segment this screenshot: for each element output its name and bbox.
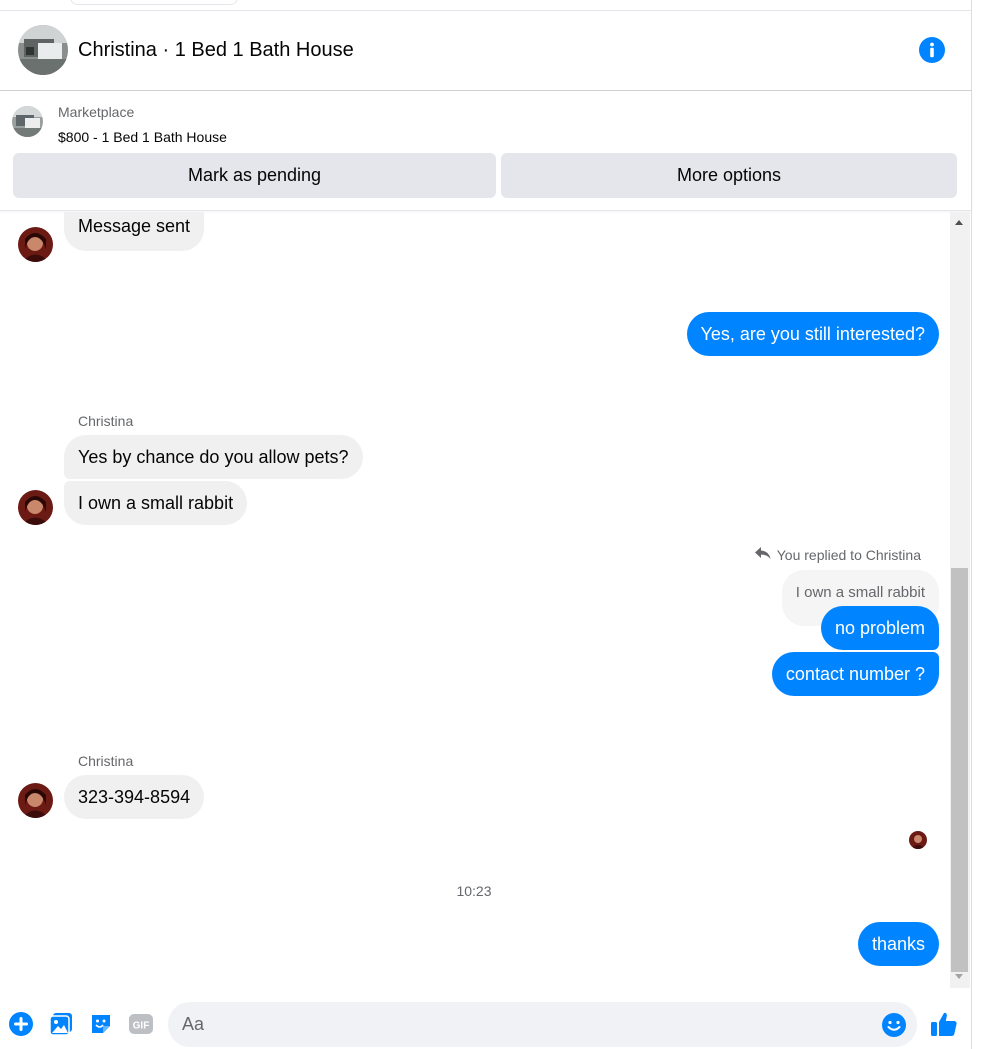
info-icon[interactable]: [919, 37, 945, 63]
outgoing-message[interactable]: contact number ?: [771, 652, 939, 696]
emoji-icon[interactable]: [882, 1013, 906, 1037]
read-receipt-avatar: [909, 831, 927, 849]
previous-tab-stub: [70, 0, 238, 5]
svg-text:GIF: GIF: [133, 1021, 150, 1032]
scroll-up-arrow[interactable]: [955, 220, 963, 225]
christina-avatar[interactable]: [18, 783, 53, 818]
scroll-thumb[interactable]: [951, 568, 968, 972]
marketplace-listing-bar: Marketplace $800 - 1 Bed 1 Bath House Ma…: [0, 92, 972, 211]
sender-name: Christina: [78, 413, 134, 429]
message-composer: GIF: [0, 990, 972, 1049]
reply-icon: [754, 546, 771, 563]
scroll-down-arrow[interactable]: [955, 974, 963, 979]
outgoing-message[interactable]: thanks: [857, 922, 939, 966]
conversation-header: Christina · 1 Bed 1 Bath House: [0, 11, 972, 91]
listing-description[interactable]: $800 - 1 Bed 1 Bath House: [58, 129, 227, 145]
reply-note-text: You replied to Christina: [776, 546, 921, 563]
incoming-message[interactable]: I own a small rabbit: [64, 481, 248, 525]
message-input[interactable]: [182, 1002, 872, 1047]
message-input-container: [168, 1002, 917, 1047]
outgoing-message[interactable]: no problem: [820, 606, 939, 650]
incoming-message[interactable]: 323-394-8594: [64, 775, 205, 819]
more-options-button[interactable]: More options: [501, 153, 957, 198]
mark-as-pending-button[interactable]: Mark as pending: [13, 153, 496, 198]
incoming-message[interactable]: Yes by chance do you allow pets?: [64, 435, 363, 479]
plus-icon[interactable]: [9, 1012, 33, 1036]
sender-name: Christina: [78, 753, 134, 769]
timestamp: 10:23: [456, 883, 492, 899]
thumbs-up-icon[interactable]: [930, 1010, 958, 1038]
photo-icon[interactable]: [49, 1012, 73, 1036]
gif-icon[interactable]: GIF: [129, 1012, 153, 1036]
sticker-icon[interactable]: [89, 1012, 113, 1036]
listing-avatar[interactable]: [18, 25, 68, 75]
message-sent-bubble[interactable]: Message sent: [64, 212, 205, 251]
message-thread[interactable]: Message sent Yes, are you still interest…: [0, 212, 948, 988]
christina-avatar[interactable]: [18, 490, 53, 525]
reply-context: You replied to Christina: [754, 546, 921, 563]
christina-avatar[interactable]: [18, 227, 53, 262]
top-strip: [0, 0, 972, 11]
outgoing-message[interactable]: Yes, are you still interested?: [686, 312, 939, 356]
listing-thumbnail[interactable]: [12, 106, 43, 137]
marketplace-label: Marketplace: [58, 104, 135, 120]
scrollbar[interactable]: [950, 212, 970, 988]
conversation-title: Christina · 1 Bed 1 Bath House: [78, 39, 354, 61]
